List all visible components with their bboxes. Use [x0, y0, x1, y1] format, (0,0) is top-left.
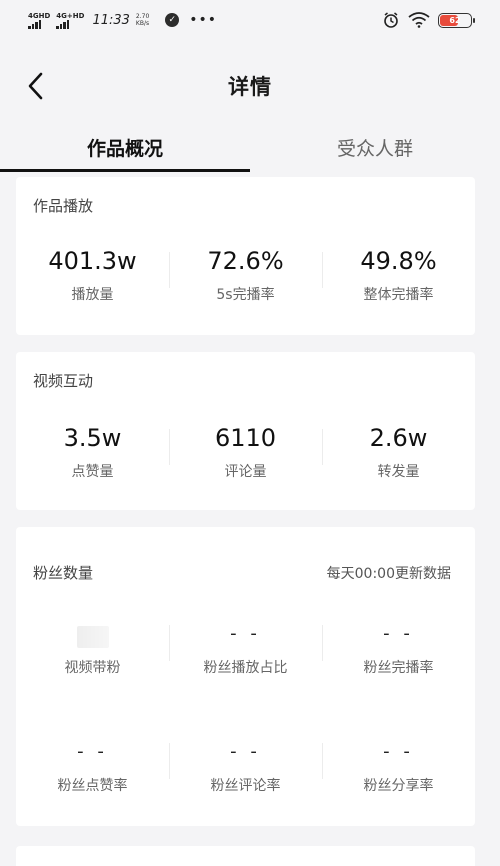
network-indicator-2: 4G+HD: [56, 12, 84, 29]
stat-video-fans[interactable]: 视频带粉: [16, 617, 169, 677]
alarm-icon: [384, 12, 398, 28]
tab-bar: 作品概况 受众人群: [0, 122, 500, 172]
stat-label: 粉丝播放占比: [203, 660, 288, 676]
stat-value: 49.8%: [360, 247, 437, 275]
network-label-2: 4G+HD: [56, 11, 85, 20]
stat-fans-share-rate[interactable]: - - 粉丝分享率: [322, 735, 475, 795]
status-left: 4GHD 4G+HD 11:33 2.70 KB/s ✓ •••: [28, 12, 217, 29]
stat-label: 5s完播率: [216, 287, 275, 303]
stat-comments[interactable]: 6110 评论量: [169, 421, 322, 481]
stat-value: 72.6%: [207, 247, 284, 275]
stat-value: - -: [383, 623, 414, 644]
status-right: 62: [382, 11, 475, 29]
tab-overview[interactable]: 作品概况: [0, 122, 250, 172]
stat-label: 转发量: [377, 464, 420, 480]
stat-label: 评论量: [224, 464, 267, 480]
battery-icon: 62: [438, 12, 475, 28]
stat-fans-comment-rate[interactable]: - - 粉丝评论率: [169, 735, 322, 795]
fans-stats-row-2: - - 粉丝点赞率 - - 粉丝评论率 - - 粉丝分享率: [16, 735, 475, 795]
stat-5s-completion[interactable]: 72.6% 5s完播率: [169, 244, 322, 304]
stat-label: 播放量: [71, 287, 114, 303]
chevron-left-icon: [28, 72, 43, 100]
status-time: 11:33: [92, 12, 130, 28]
interaction-card-title: 视频互动: [33, 372, 94, 390]
battery-level: 62: [449, 15, 461, 25]
app-notification-icon: ✓: [165, 13, 180, 27]
stat-likes[interactable]: 3.5w 点赞量: [16, 421, 169, 481]
stat-value: - -: [77, 741, 108, 762]
update-note: 每天00:00更新数据: [326, 566, 451, 582]
signal-icon: [28, 19, 50, 29]
stat-value: - -: [230, 741, 261, 762]
fans-card: 粉丝数量 每天00:00更新数据 视频带粉 - - 粉丝播放占比 - - 粉丝完…: [16, 527, 475, 826]
network-label-1: 4GHD: [28, 11, 51, 20]
stat-label: 粉丝评论率: [210, 778, 281, 794]
stat-value: 2.6w: [369, 424, 428, 452]
play-stats-row: 401.3w 播放量 72.6% 5s完播率 49.8% 整体完播率: [16, 244, 475, 304]
stat-label: 粉丝完播率: [363, 660, 434, 676]
stat-value: 3.5w: [63, 424, 122, 452]
stat-label: 整体完播率: [363, 287, 434, 303]
fans-stats-row-1: 视频带粉 - - 粉丝播放占比 - - 粉丝完播率: [16, 617, 475, 677]
stat-shares[interactable]: 2.6w 转发量: [322, 421, 475, 481]
status-bar: 4GHD 4G+HD 11:33 2.70 KB/s ✓ ••• 62: [0, 0, 500, 40]
network-speed-unit: KB/s: [135, 20, 150, 27]
stat-play-count[interactable]: 401.3w 播放量: [16, 244, 169, 304]
next-card-peek: [16, 846, 475, 866]
stat-label: 点赞量: [71, 464, 114, 480]
battery-tip: [473, 17, 475, 23]
stat-value: [76, 617, 109, 651]
page-title: 详情: [228, 75, 272, 99]
network-speed-value: 2.70: [135, 13, 150, 20]
stat-fans-completion[interactable]: - - 粉丝完播率: [322, 617, 475, 677]
back-button[interactable]: [20, 70, 50, 102]
nav-bar: 详情: [0, 60, 500, 112]
stat-label: 粉丝点赞率: [57, 778, 128, 794]
stat-value: - -: [230, 623, 261, 644]
interaction-stats-row: 3.5w 点赞量 6110 评论量 2.6w 转发量: [16, 421, 475, 481]
play-card-title: 作品播放: [33, 197, 94, 215]
stat-value: 6110: [214, 424, 277, 452]
signal-icon: [56, 19, 84, 29]
tab-audience[interactable]: 受众人群: [250, 122, 500, 172]
more-notifications-icon: •••: [189, 12, 218, 28]
network-speed: 2.70 KB/s: [136, 13, 149, 27]
play-card: 作品播放 401.3w 播放量 72.6% 5s完播率 49.8% 整体完播率: [16, 177, 475, 335]
interaction-card: 视频互动 3.5w 点赞量 6110 评论量 2.6w 转发量: [16, 352, 475, 510]
stat-overall-completion[interactable]: 49.8% 整体完播率: [322, 244, 475, 304]
network-indicator-1: 4GHD: [28, 12, 50, 29]
wifi-icon: [408, 12, 430, 28]
stat-fans-play-ratio[interactable]: - - 粉丝播放占比: [169, 617, 322, 677]
stat-label: 视频带粉: [64, 660, 121, 676]
stat-value: 401.3w: [48, 247, 137, 275]
stat-value: - -: [383, 741, 414, 762]
fans-card-title: 粉丝数量: [33, 564, 94, 582]
stat-fans-like-rate[interactable]: - - 粉丝点赞率: [16, 735, 169, 795]
stat-label: 粉丝分享率: [363, 778, 434, 794]
blurred-value: [76, 626, 109, 648]
